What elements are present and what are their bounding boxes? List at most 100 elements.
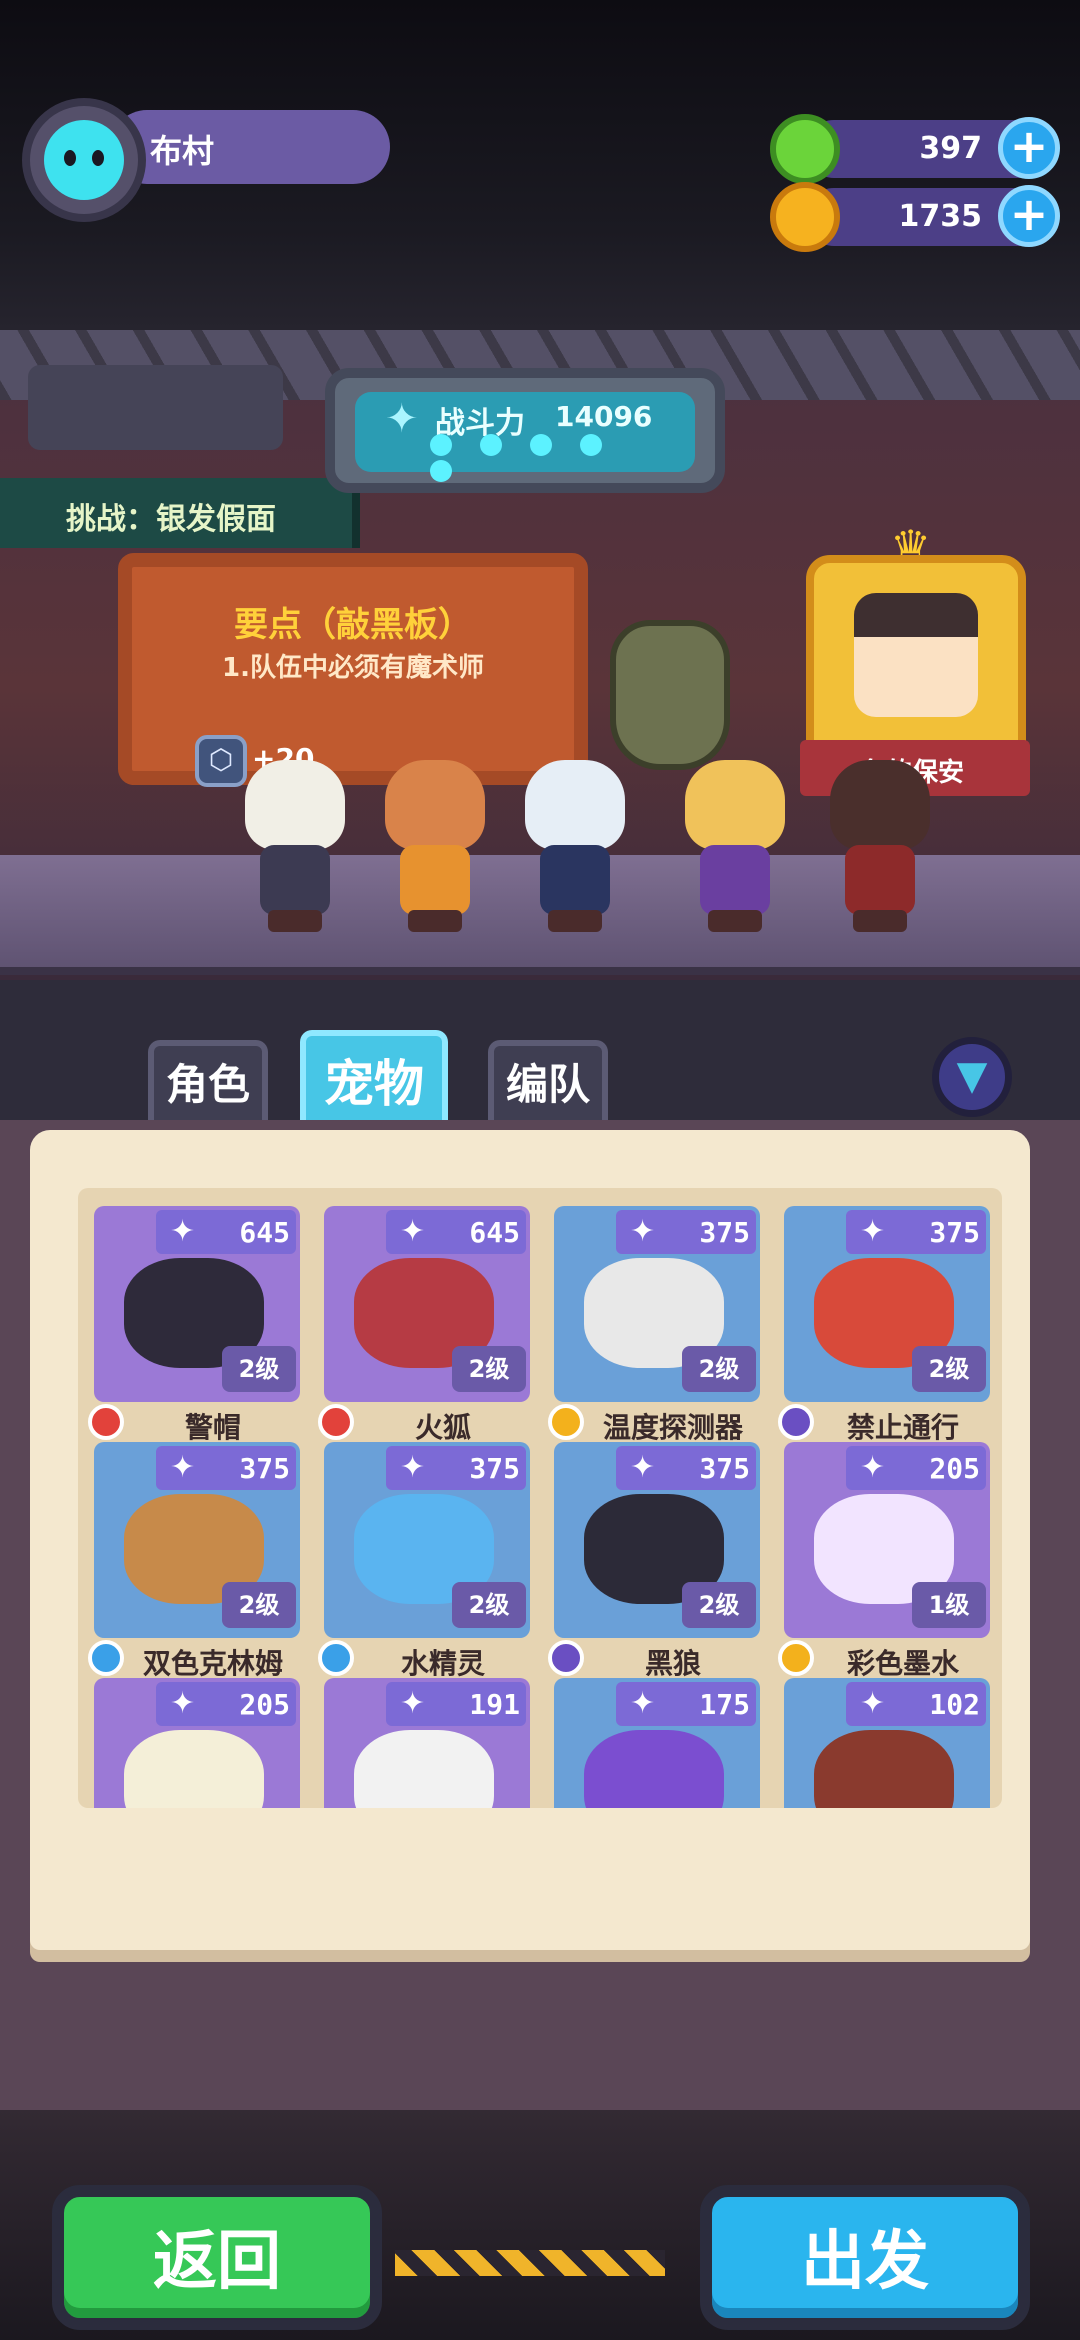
vase-decoration — [610, 620, 730, 770]
pet-name-row: 禁止通行 — [778, 1402, 998, 1444]
pet-card[interactable]: ✦ 645 2级火狐 — [318, 1206, 530, 1444]
power-bolt-icon: ✦ — [630, 1686, 656, 1721]
power-bolt-icon: ✦ — [170, 1214, 196, 1249]
pet-portrait — [814, 1730, 954, 1808]
pet-power-tag: ✦ 175 — [616, 1682, 756, 1726]
pet-power-value: 375 — [239, 1452, 290, 1485]
coin-value: 1735 — [898, 199, 983, 234]
pet-card[interactable]: ✦ 205 — [94, 1678, 300, 1808]
gem-icon — [770, 114, 840, 184]
pet-power-tag: ✦ 375 — [846, 1210, 986, 1254]
pet-card[interactable]: ✦ 205 1级彩色墨水 — [778, 1442, 990, 1680]
pet-name-row: 黑狼 — [548, 1638, 768, 1680]
team-slot-dots — [430, 434, 670, 482]
pet-card[interactable]: ✦ 191 — [324, 1678, 530, 1808]
pet-name-row: 双色克林姆 — [88, 1638, 308, 1680]
back-button[interactable]: 返回 — [52, 2185, 382, 2330]
pet-card[interactable]: ✦ 645 2级警帽 — [88, 1206, 300, 1444]
pet-power-tag: ✦ 191 — [386, 1682, 526, 1726]
pet-card[interactable]: ✦ 375 2级 禁止通行 — [778, 1206, 990, 1444]
pet-grid[interactable]: ✦ 645 2级 警帽 ✦ 645 2级 火狐 ✦ 375 2级 温度探测器 ✦ 375 2级 禁止通行 ✦ 37… — [78, 1188, 1002, 1808]
pet-card[interactable]: ✦ 175 — [554, 1678, 760, 1808]
power-bolt-icon: ✦ — [400, 1450, 426, 1485]
power-bolt-icon: ✦ — [400, 1214, 426, 1249]
power-bolt-icon: ✦ — [860, 1686, 886, 1721]
pet-name-row: 火狐 — [318, 1402, 538, 1444]
guard-face — [854, 593, 978, 717]
gem-value: 397 — [919, 131, 982, 166]
pet-card[interactable]: ✦ 375 2级 双色克林姆 — [88, 1442, 300, 1680]
pet-level: 2级 — [452, 1582, 526, 1628]
tab-role[interactable]: 角色 — [148, 1040, 268, 1120]
pet-card[interactable]: ✦ 375 2级黑狼 — [548, 1442, 760, 1680]
depart-button[interactable]: 出发 — [700, 2185, 1030, 2330]
pet-level: 2级 — [912, 1346, 986, 1392]
pet-power-value: 102 — [929, 1688, 980, 1721]
challenge-text: 挑战：银发假面 — [66, 502, 276, 537]
pet-name: 火狐 — [414, 1411, 471, 1444]
pet-power-value: 375 — [699, 1216, 750, 1249]
gem-counter: 397 + — [770, 114, 1060, 184]
add-gems-button[interactable]: + — [998, 117, 1060, 179]
pet-card[interactable]: ✦ 102 — [784, 1678, 990, 1808]
pet-name-row: 警帽 — [88, 1402, 308, 1444]
player-avatar[interactable] — [22, 98, 146, 222]
pet-level: 2级 — [682, 1346, 756, 1392]
power-bolt-icon: ✦ — [860, 1450, 886, 1485]
cat-face-icon — [44, 120, 124, 200]
pet-power-value: 375 — [699, 1452, 750, 1485]
team-character[interactable] — [680, 760, 790, 935]
pet-level: 2级 — [222, 1582, 296, 1628]
player-name: 布村 — [150, 132, 215, 170]
pet-level: 2级 — [452, 1346, 526, 1392]
pet-portrait — [124, 1730, 264, 1808]
power-bolt-icon: ✦ — [170, 1450, 196, 1485]
pet-level: 2级 — [222, 1346, 296, 1392]
power-bolt-icon: ✦ — [630, 1450, 656, 1485]
pet-name: 水精灵 — [400, 1647, 485, 1680]
team-character[interactable] — [240, 760, 350, 935]
pet-level: 2级 — [682, 1582, 756, 1628]
coin-counter: 1735 + — [770, 182, 1060, 252]
pet-name: 黑狼 — [644, 1647, 701, 1680]
add-coins-button[interactable]: + — [998, 185, 1060, 247]
filter-icon: ▼ — [956, 1053, 988, 1099]
pet-power-value: 175 — [699, 1688, 750, 1721]
combat-power-display: ✦ 战斗力 14096 — [355, 392, 695, 472]
challenge-banner: 挑战：银发假面 — [0, 478, 360, 548]
combat-power-value: 14096 — [555, 400, 653, 433]
filter-button[interactable]: ▼ — [932, 1037, 1012, 1117]
pet-card[interactable]: ✦ 375 2级水精灵 — [318, 1442, 530, 1680]
pet-power-value: 375 — [469, 1452, 520, 1485]
pet-name: 温度探测器 — [602, 1411, 743, 1444]
tab-team[interactable]: 编队 — [488, 1040, 608, 1120]
pet-power-value: 375 — [929, 1216, 980, 1249]
coin-icon — [770, 182, 840, 252]
team-character[interactable] — [380, 760, 490, 935]
power-bolt-icon: ✦ — [385, 396, 419, 442]
power-bolt-icon: ✦ — [630, 1214, 656, 1249]
tips-title: 要点（敲黑板） — [234, 605, 472, 645]
team-character[interactable] — [520, 760, 630, 935]
pet-card[interactable]: ✦ 375 2级温度探测器 — [548, 1206, 760, 1444]
tab-pet[interactable]: 宠物 — [300, 1030, 448, 1126]
pet-power-value: 205 — [929, 1452, 980, 1485]
pet-portrait — [354, 1730, 494, 1808]
team-character[interactable] — [825, 760, 935, 935]
pet-power-value: 645 — [469, 1216, 520, 1249]
pet-power-tag: ✦ 205 — [846, 1446, 986, 1490]
hazard-stripe — [395, 2250, 665, 2276]
pet-power-tag: ✦ 375 — [616, 1446, 756, 1490]
element-cycle-panel[interactable] — [28, 365, 283, 450]
pet-power-tag: ✦ 645 — [156, 1210, 296, 1254]
game-screen: 布村 397 + 1735 + 挑战：银发假面 ✦ 战斗力 14096 要点（敲… — [0, 0, 1080, 2340]
pet-name: 警帽 — [184, 1411, 241, 1444]
pet-name-row: 水精灵 — [318, 1638, 538, 1680]
pet-name-row: 温度探测器 — [548, 1402, 768, 1444]
pet-power-tag: ✦ 102 — [846, 1682, 986, 1726]
pet-level: 1级 — [912, 1582, 986, 1628]
pet-portrait — [584, 1730, 724, 1808]
pet-name: 彩色墨水 — [846, 1647, 959, 1680]
combat-power-panel: ✦ 战斗力 14096 — [325, 368, 725, 493]
pet-power-tag: ✦ 375 — [156, 1446, 296, 1490]
